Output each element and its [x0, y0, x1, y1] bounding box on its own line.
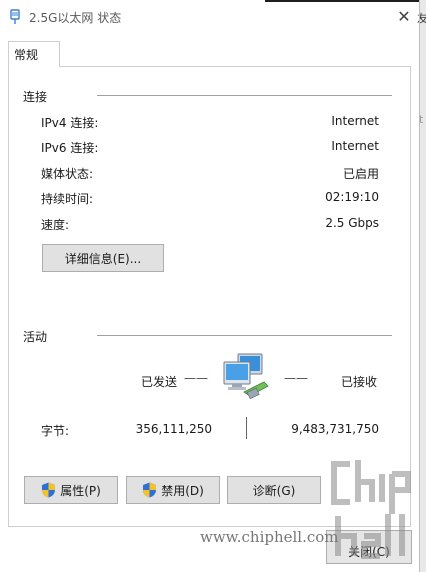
media-state-label: 媒体状态: [41, 167, 94, 181]
bytes-received-value: 9,483,731,750 [291, 422, 379, 436]
speed-value: 2.5 Gbps [325, 216, 379, 230]
bytes-label: 字节: [41, 424, 70, 438]
ipv6-value: Internet [331, 139, 379, 153]
diagnose-button-label: 诊断(G) [252, 483, 296, 498]
duration-value: 02:19:10 [325, 190, 379, 204]
close-icon[interactable]: ✕ [394, 7, 414, 27]
received-label: 已接收 [341, 375, 378, 389]
activity-divider [97, 335, 392, 336]
bytes-sent-value: 356,111,250 [135, 422, 212, 436]
received-dash: —— [284, 371, 308, 385]
speed-label: 速度: [41, 218, 70, 232]
activity-heading: 活动 [23, 330, 48, 344]
connection-heading: 连接 [23, 90, 48, 104]
chiphell-logo [331, 460, 411, 559]
top-edge-left [0, 0, 265, 2]
background-window-strip [420, 0, 426, 572]
network-computer-icon [223, 353, 269, 400]
disable-button-label: 禁用(D) [161, 483, 204, 498]
properties-button-label: 属性(P) [60, 483, 101, 498]
connection-divider [97, 95, 392, 96]
bytes-divider [246, 417, 247, 439]
media-state-value: 已启用 [342, 167, 379, 181]
details-button[interactable]: 详细信息(E)... [42, 244, 164, 272]
network-adapter-icon [10, 9, 20, 24]
sent-label: 已发送 [141, 375, 178, 389]
sent-dash: —— [184, 371, 208, 385]
properties-button[interactable]: 属性(P) [24, 476, 118, 504]
duration-label: 持续时间: [41, 192, 94, 206]
ipv4-value: Internet [331, 114, 379, 128]
disable-button[interactable]: 禁用(D) [126, 476, 220, 504]
details-button-label: 详细信息(E)... [64, 251, 142, 266]
window-edge [419, 0, 420, 572]
diagnose-button[interactable]: 诊断(G) [227, 476, 321, 504]
uac-shield-icon [143, 482, 157, 498]
ipv6-label: IPv6 连接: [41, 141, 99, 155]
tab-general-label: 常规 [14, 48, 39, 62]
watermark-url: www.chiphell.com [200, 528, 339, 546]
window-title: 2.5G以太网 状态 [29, 11, 122, 25]
ipv4-label: IPv4 连接: [41, 116, 99, 130]
uac-shield-icon [42, 482, 56, 498]
